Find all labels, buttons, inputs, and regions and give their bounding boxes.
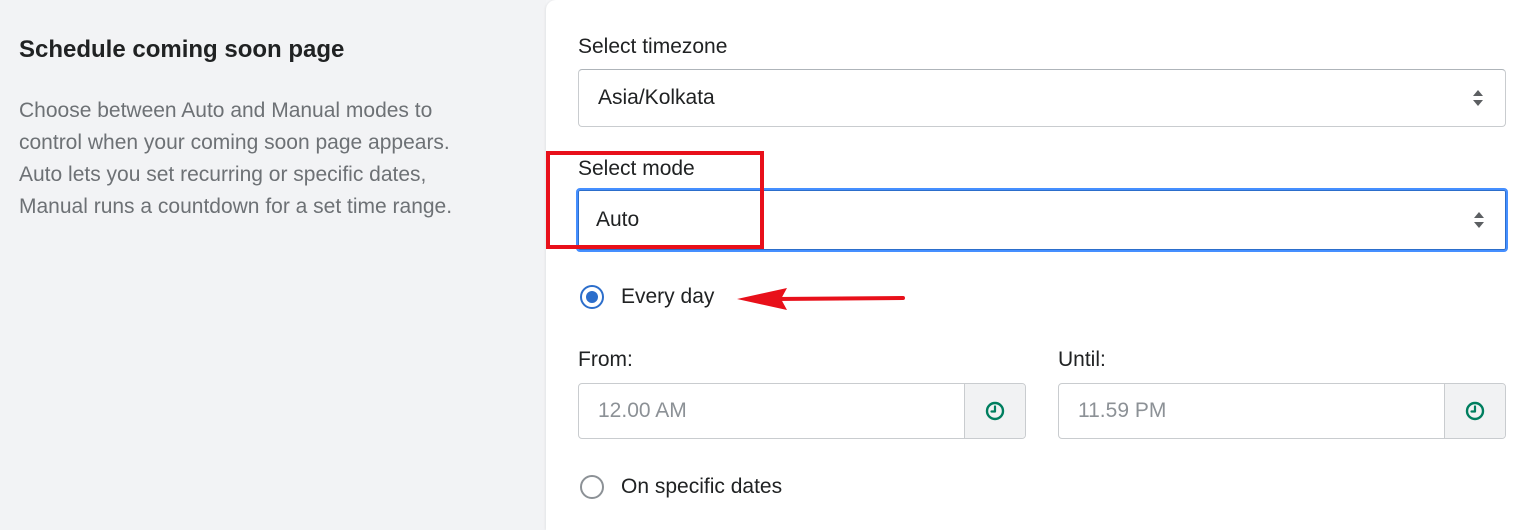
section-description: Choose between Auto and Manual modes to … xyxy=(19,99,453,218)
clock-icon xyxy=(1465,401,1485,421)
until-time-input[interactable]: 11.59 PM xyxy=(1059,384,1444,438)
schedule-settings-page: Schedule coming soon page Choose between… xyxy=(0,0,1524,530)
up-down-caret-icon xyxy=(1473,90,1483,106)
radio-every-day-label: Every day xyxy=(621,285,715,308)
up-down-caret-icon xyxy=(1474,212,1484,228)
radio-specific-dates-label: On specific dates xyxy=(621,475,783,498)
section-info-panel: Schedule coming soon page Choose between… xyxy=(0,0,546,530)
annotation-arrow-icon xyxy=(737,288,905,310)
radio-button-unchecked[interactable] xyxy=(580,475,604,499)
until-time-picker-button[interactable] xyxy=(1444,384,1505,438)
until-time-field[interactable]: 11.59 PM xyxy=(1058,383,1506,439)
radio-every-day[interactable]: Every day xyxy=(580,285,714,309)
timezone-select-value: Asia/Kolkata xyxy=(598,86,715,109)
clock-icon xyxy=(985,401,1005,421)
from-time-field[interactable]: 12.00 AM xyxy=(578,383,1026,439)
section-title: Schedule coming soon page xyxy=(19,36,345,63)
annotation-highlight-box xyxy=(546,151,764,249)
until-label: Until: xyxy=(1058,348,1106,371)
settings-card: Select timezone Asia/Kolkata Select mode… xyxy=(546,0,1524,530)
timezone-label: Select timezone xyxy=(578,35,728,58)
radio-button-checked[interactable] xyxy=(580,285,604,309)
from-time-input[interactable]: 12.00 AM xyxy=(579,384,964,438)
from-label: From: xyxy=(578,348,633,371)
radio-specific-dates[interactable]: On specific dates xyxy=(580,475,782,499)
from-time-picker-button[interactable] xyxy=(964,384,1025,438)
timezone-select[interactable]: Asia/Kolkata xyxy=(578,69,1506,127)
